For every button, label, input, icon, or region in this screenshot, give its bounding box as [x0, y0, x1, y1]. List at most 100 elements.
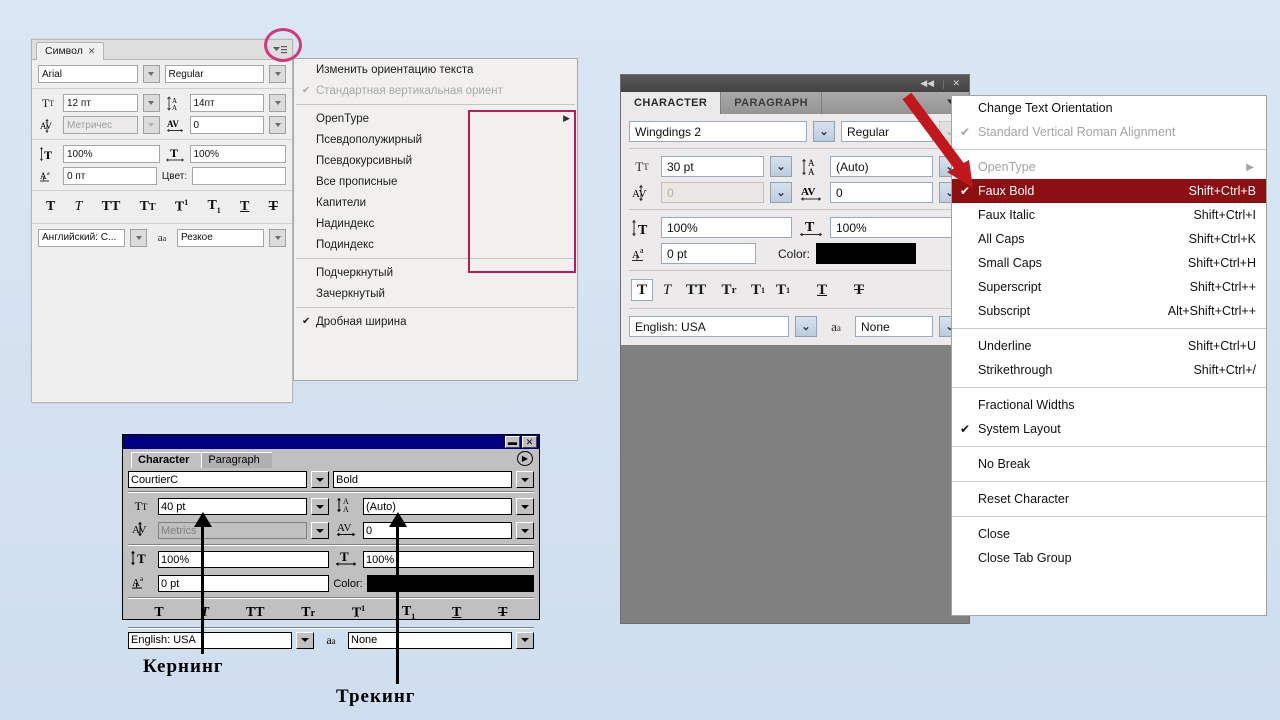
underline-button[interactable]: T — [811, 279, 833, 301]
subscript-button[interactable]: T1 — [772, 279, 794, 301]
horizontal-scale-input[interactable]: 100% — [830, 217, 961, 238]
vertical-scale-input[interactable]: 100% — [63, 145, 160, 163]
font-size-input[interactable]: 40 pt — [158, 498, 307, 515]
leading-input[interactable]: (Auto) — [363, 498, 512, 515]
menu-item[interactable]: ✔ System Layout — [952, 417, 1266, 441]
superscript-button[interactable]: T1 — [747, 279, 769, 301]
language-input[interactable]: English: USA — [629, 316, 789, 337]
leading-input[interactable]: 14пт — [189, 94, 264, 112]
small-caps-button[interactable]: Tr — [301, 605, 315, 621]
subscript-button[interactable]: T1 — [402, 604, 415, 621]
menu-item[interactable]: Close Tab Group — [952, 546, 1266, 570]
strikethrough-button[interactable]: T — [269, 199, 278, 214]
underline-button[interactable]: T — [452, 605, 461, 621]
language-dropdown-arrow[interactable] — [130, 228, 147, 247]
horizontal-scale-input[interactable]: 100% — [189, 145, 286, 163]
small-caps-button[interactable]: Tr — [714, 279, 744, 301]
menu-item[interactable]: Fractional Widths — [952, 393, 1266, 417]
underline-button[interactable]: T — [240, 199, 249, 214]
tracking-input[interactable]: 0 — [189, 116, 264, 134]
menu-item[interactable]: Close — [952, 522, 1266, 546]
close-button[interactable]: ✕ — [522, 436, 537, 448]
font-family-input[interactable]: CourtierC — [128, 471, 307, 488]
subscript-button[interactable]: T1 — [207, 199, 220, 215]
superscript-button[interactable]: T1 — [352, 604, 365, 622]
faux-bold-button[interactable]: T — [46, 199, 55, 214]
leading-dropdown-arrow[interactable] — [269, 94, 286, 112]
color-swatch[interactable] — [192, 167, 286, 185]
menu-item[interactable]: Изменить ориентацию текста — [294, 59, 577, 80]
tracking-dropdown-arrow[interactable] — [269, 116, 286, 134]
all-caps-button[interactable]: TT — [246, 605, 265, 621]
tab-paragraph[interactable]: Paragraph — [201, 452, 272, 468]
font-family-input[interactable]: Arial — [38, 65, 138, 83]
kerning-input[interactable]: Metrics — [158, 522, 307, 539]
baseline-shift-input[interactable]: 0 pt — [158, 575, 330, 592]
baseline-shift-input[interactable]: 0 pt — [661, 243, 756, 264]
color-swatch[interactable] — [816, 243, 917, 264]
kerning-input[interactable]: 0 — [661, 182, 764, 203]
horizontal-scale-input[interactable]: 100% — [363, 551, 534, 568]
anti-alias-input[interactable]: None — [348, 631, 512, 649]
menu-item[interactable]: Зачеркнутый — [294, 283, 577, 304]
font-size-input[interactable]: 12 пт — [63, 94, 138, 112]
font-size-dropdown-arrow[interactable] — [311, 498, 329, 515]
faux-bold-button[interactable]: T — [631, 279, 653, 301]
menu-item[interactable]: Underline Shift+Ctrl+U — [952, 334, 1266, 358]
menu-item[interactable]: All Caps Shift+Ctrl+K — [952, 227, 1266, 251]
font-family-input[interactable]: Wingdings 2 — [629, 121, 807, 142]
anti-alias-input[interactable]: Резкое — [177, 228, 264, 247]
kerning-input[interactable]: Метричес — [63, 116, 138, 134]
all-caps-button[interactable]: TT — [681, 279, 711, 301]
language-dropdown-arrow[interactable] — [296, 631, 314, 649]
font-style-dropdown-arrow[interactable] — [269, 65, 286, 83]
faux-italic-button[interactable]: T — [656, 279, 678, 301]
font-family-dropdown-arrow[interactable]: ⌄ — [813, 121, 835, 142]
tab-character[interactable]: CHARACTER — [621, 92, 722, 114]
faux-italic-button[interactable]: T — [75, 199, 83, 214]
menu-item[interactable]: Subscript Alt+Shift+Ctrl++ — [952, 299, 1266, 323]
anti-alias-input[interactable]: None — [855, 316, 933, 337]
font-family-dropdown-arrow[interactable] — [142, 65, 160, 83]
faux-bold-button[interactable]: T — [154, 605, 163, 621]
font-size-dropdown-arrow[interactable] — [142, 94, 160, 112]
font-style-input[interactable]: Regular — [164, 65, 264, 83]
baseline-shift-input[interactable]: 0 пт — [63, 167, 157, 185]
menu-item[interactable]: Small Caps Shift+Ctrl+H — [952, 251, 1266, 275]
kerning-dropdown-arrow[interactable]: ⌄ — [770, 182, 792, 203]
vertical-scale-input[interactable]: 100% — [661, 217, 792, 238]
tab-paragraph[interactable]: PARAGRAPH — [721, 92, 822, 114]
character-panel-russian[interactable]: Символ ✕ Arial Regular TT 12 пт AA 14пт … — [31, 39, 293, 403]
minimize-button[interactable]: ▬ — [505, 436, 520, 448]
palette-menu-button[interactable]: ▶ — [517, 451, 533, 466]
kerning-dropdown-arrow[interactable] — [142, 116, 160, 134]
tab-character[interactable]: Character — [131, 452, 202, 468]
vertical-scale-input[interactable]: 100% — [158, 551, 329, 568]
strikethrough-button[interactable]: T — [848, 279, 870, 301]
menu-item[interactable]: Reset Character — [952, 487, 1266, 511]
superscript-button[interactable]: T1 — [175, 199, 188, 215]
font-size-input[interactable]: 30 pt — [661, 156, 764, 177]
leading-dropdown-arrow[interactable] — [516, 498, 534, 515]
language-dropdown-arrow[interactable]: ⌄ — [795, 316, 817, 337]
strikethrough-button[interactable]: T — [498, 605, 507, 621]
font-family-dropdown-arrow[interactable] — [311, 471, 329, 488]
font-style-input[interactable]: Bold — [333, 471, 512, 488]
anti-alias-dropdown-arrow[interactable] — [516, 631, 534, 649]
tab-simvol[interactable]: Символ ✕ — [36, 42, 105, 60]
menu-item[interactable]: Superscript Shift+Ctrl++ — [952, 275, 1266, 299]
anti-alias-dropdown-arrow[interactable] — [269, 228, 286, 247]
tab-close-icon[interactable]: ✕ — [88, 46, 96, 56]
color-swatch[interactable] — [366, 575, 534, 592]
small-caps-button[interactable]: TT — [140, 199, 156, 214]
menu-item[interactable]: Strikethrough Shift+Ctrl+/ — [952, 358, 1266, 382]
menu-item[interactable]: No Break — [952, 452, 1266, 476]
all-caps-button[interactable]: TT — [102, 199, 121, 214]
tracking-input[interactable]: 0 — [363, 522, 512, 539]
kerning-dropdown-arrow[interactable] — [311, 522, 329, 539]
language-input[interactable]: Английский: С... — [38, 228, 125, 247]
menu-item[interactable]: ✔ Дробная ширина — [294, 311, 577, 332]
tracking-dropdown-arrow[interactable] — [516, 522, 534, 539]
font-size-dropdown-arrow[interactable]: ⌄ — [770, 156, 792, 177]
font-style-dropdown-arrow[interactable] — [516, 471, 534, 488]
